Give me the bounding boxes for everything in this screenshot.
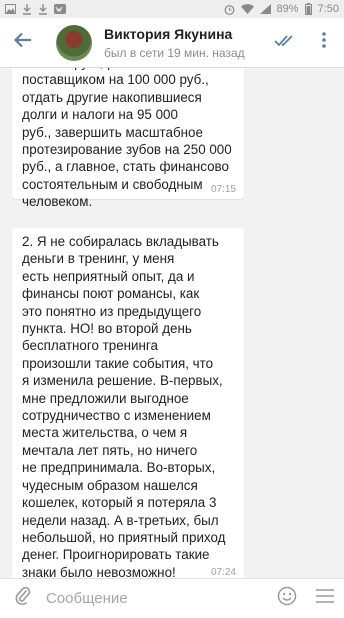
- emoji-icon: [277, 586, 297, 611]
- attach-icon: [15, 586, 31, 611]
- avatar[interactable]: [56, 24, 92, 61]
- download-icon: [38, 3, 48, 15]
- back-arrow-icon: [13, 32, 32, 53]
- download-icon: [22, 3, 32, 15]
- message-input[interactable]: [46, 578, 268, 618]
- battery-icon: [304, 3, 312, 15]
- message-bubble[interactable]: 250 150 руб., расплатиться с поставщиком…: [12, 68, 244, 209]
- contact-name: Виктория Якунина: [104, 25, 233, 42]
- last-seen-status: был в сети 19 мин. назад: [104, 45, 245, 60]
- battery-percent: 89%: [276, 3, 299, 15]
- status-bar: 89% 7:50: [0, 0, 344, 18]
- vk-icon: [54, 4, 66, 14]
- contact-info[interactable]: Виктория Якунина был в сети 19 мин. наза…: [104, 26, 264, 60]
- status-right-icons: 89% 7:50: [224, 3, 339, 15]
- double-check-icon: [274, 34, 294, 52]
- message-text: 2. Я не собиралась вкладывать деньги в т…: [22, 234, 226, 578]
- message-list[interactable]: 250 150 руб., расплатиться с поставщиком…: [0, 68, 344, 578]
- more-options-button[interactable]: [304, 18, 344, 68]
- status-left-icons: [5, 3, 66, 15]
- message-time: 07:15: [210, 184, 236, 195]
- menu-button[interactable]: [306, 579, 344, 618]
- chat-header: Виктория Якунина был в сети 19 мин. наза…: [0, 18, 344, 68]
- signal-icon: [259, 4, 271, 14]
- attach-button[interactable]: [0, 579, 46, 618]
- message-time: 07:24: [210, 567, 236, 578]
- message-composer: [0, 578, 344, 618]
- more-vert-icon: [322, 32, 326, 53]
- message-bubble[interactable]: 2. Я не собиралась вкладывать деньги в т…: [12, 228, 244, 578]
- message-text: 250 150 руб., расплатиться с поставщиком…: [22, 68, 232, 210]
- mark-read-button[interactable]: [264, 18, 304, 68]
- image-icon: [5, 4, 16, 14]
- status-time: 7:50: [317, 3, 339, 15]
- wifi-icon: [240, 4, 254, 14]
- alarm-icon: [224, 4, 235, 15]
- emoji-button[interactable]: [268, 579, 306, 618]
- menu-icon: [316, 589, 334, 608]
- back-button[interactable]: [0, 18, 46, 68]
